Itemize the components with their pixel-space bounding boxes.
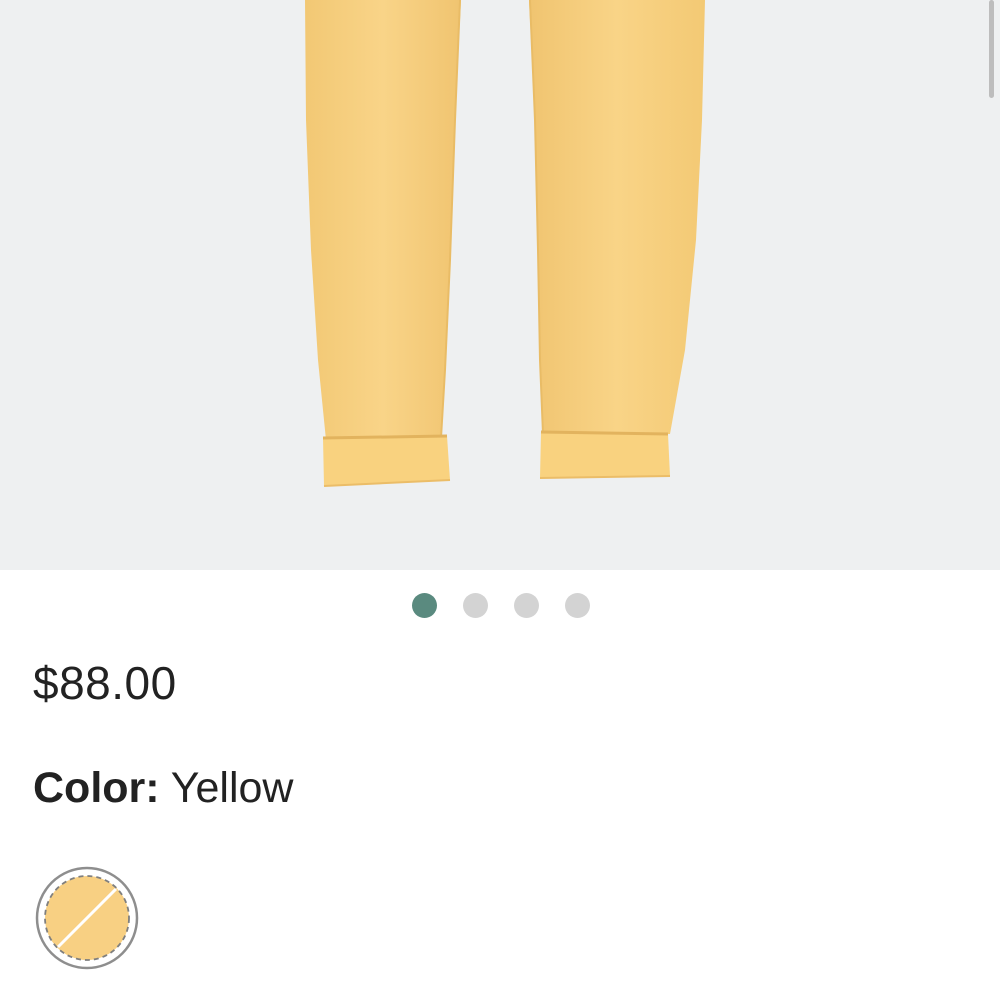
- scrollbar[interactable]: [989, 0, 994, 98]
- product-image[interactable]: [0, 0, 1000, 570]
- color-label: Color:: [33, 764, 160, 812]
- product-price: $88.00: [33, 657, 177, 709]
- color-swatch-yellow[interactable]: [35, 866, 139, 970]
- color-selection-label: Color: Yellow: [33, 764, 294, 813]
- swatch-unavailable-icon: [35, 866, 139, 970]
- carousel-dot-3[interactable]: [514, 593, 539, 618]
- carousel-dot-2[interactable]: [463, 593, 488, 618]
- product-detail-page: $88.00 Color: Yellow: [0, 0, 1000, 1000]
- carousel-dot-4[interactable]: [565, 593, 590, 618]
- carousel-pagination: [0, 593, 1000, 619]
- carousel-dot-1[interactable]: [412, 593, 437, 618]
- color-value: Yellow: [170, 764, 294, 812]
- yellow-pants-illustration: [305, 0, 705, 487]
